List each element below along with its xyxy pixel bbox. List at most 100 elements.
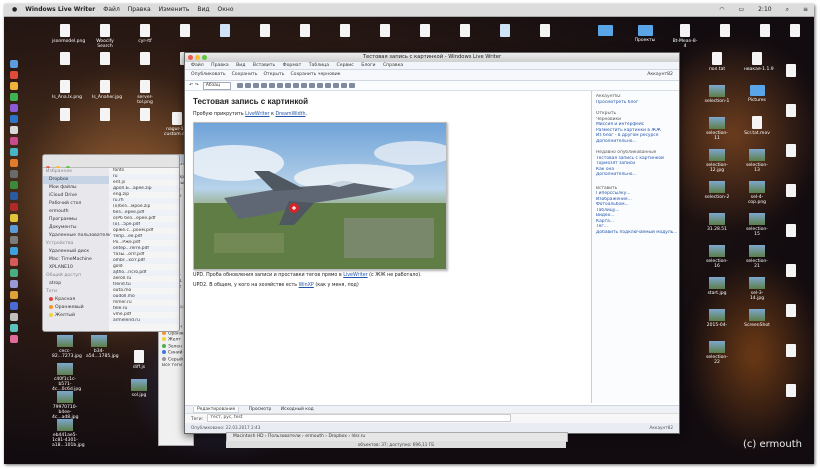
zoom-icon[interactable] [202, 55, 207, 60]
sidebar-item-remote-users[interactable]: Удаленные пользователи [43, 232, 111, 240]
desktop-image-icon[interactable]: selection-15 [744, 212, 770, 237]
tab-preview[interactable]: Просмотр [249, 407, 272, 412]
sidebar-item-timemachine[interactable]: Mac: TimeMachine [43, 256, 109, 264]
dock-app-icon[interactable] [10, 258, 18, 266]
dock-app-icon[interactable] [10, 236, 18, 244]
path-item[interactable]: Dropbox [328, 434, 347, 439]
search-icon[interactable]: ⌕ [786, 4, 789, 16]
menu-window[interactable]: Окно [218, 4, 234, 16]
desktop-image-icon[interactable]: selection-16 [704, 244, 730, 269]
tab-source[interactable]: Исходный код [281, 407, 314, 412]
link-livewriter[interactable]: LiveWriter [245, 112, 269, 117]
desktop-file-icon[interactable] [252, 24, 278, 39]
desktop-file-icon[interactable] [532, 24, 558, 39]
desktop-image-icon[interactable]: selection-1 [704, 84, 730, 104]
path-item[interactable]: Macintosh HD [233, 434, 263, 439]
sidebar-item-dropbox[interactable]: Dropbox [43, 176, 109, 184]
align-left-icon[interactable] [301, 83, 308, 88]
dock-app-icon[interactable] [10, 126, 18, 134]
wifi-icon[interactable]: ◠ [719, 4, 724, 16]
dock-app-icon[interactable] [10, 203, 18, 211]
dock-app-icon[interactable] [10, 269, 18, 277]
menu-view[interactable]: Вид [236, 63, 245, 68]
desktop-file-icon[interactable]: Woocify Search [92, 24, 118, 49]
redo-icon[interactable]: ↷ [195, 81, 199, 90]
spellcheck-icon[interactable] [349, 83, 356, 88]
desktop-file-icon[interactable] [92, 52, 118, 67]
dock-app-icon[interactable] [10, 71, 18, 79]
desktop-file-icon[interactable] [92, 108, 118, 123]
minimize-icon[interactable] [195, 55, 200, 60]
paragraph-style-select[interactable]: Абзац [202, 81, 232, 90]
desktop-file-icon[interactable]: Bt-Mean-8-4 [672, 24, 698, 49]
menu-edit[interactable]: Правка [128, 4, 151, 16]
tags-input[interactable]: тест, рус, test [207, 414, 512, 422]
menu-blogs[interactable]: Блоги [361, 63, 375, 68]
sidebar-item-icloud[interactable]: iCloud Drive [43, 192, 109, 200]
desktop-file-icon[interactable] [132, 108, 158, 123]
sidebar-tag-red[interactable]: Красная [43, 296, 109, 304]
path-item[interactable]: ldsr.ru [352, 434, 366, 439]
desktop-image-icon[interactable]: b34-a54...1785.jpg [86, 334, 119, 359]
desktop-file-icon[interactable] [778, 384, 804, 399]
desktop-image-icon[interactable]: ScreenShot [744, 308, 770, 328]
publish-button[interactable]: Опубликовать [191, 70, 226, 80]
desktop-file-icon[interactable]: server-tol.png [132, 80, 158, 105]
desktop-file-icon[interactable] [782, 24, 808, 39]
sidebar-item-documents[interactable]: Документы [43, 224, 109, 232]
desktop-image-icon[interactable]: eb441ae5-1c81-4301-a18...101b.jpg [52, 418, 85, 448]
desktop-file-icon[interactable] [172, 24, 198, 39]
menu-format[interactable]: Формат [283, 63, 302, 68]
desktop-file-icon[interactable]: diff.js [126, 350, 152, 370]
dock-app-icon[interactable] [10, 159, 18, 167]
save-draft-button[interactable]: Сохранить черновик [290, 70, 340, 80]
dock-app-icon[interactable] [10, 137, 18, 145]
post-update-paragraph-1[interactable]: UPD. Проба обновления записи и проставки… [193, 273, 422, 278]
sidebar-item-remote-disk[interactable]: Удаленный диск [43, 248, 109, 256]
quote-icon[interactable] [293, 83, 300, 88]
more-drafts-link[interactable]: Дополнительно... [592, 139, 679, 145]
desktop-file-icon[interactable]: Is_Ana.lx.png [52, 80, 82, 100]
desktop-file-icon[interactable] [778, 304, 804, 319]
dock-app-icon[interactable] [10, 82, 18, 90]
sidebar-item-my-files[interactable]: Мои файлы [43, 184, 109, 192]
link-livewriter-2[interactable]: LiveWriter [343, 273, 367, 278]
menu-view[interactable]: Вид [197, 4, 209, 16]
desktop-file-icon[interactable] [332, 24, 358, 39]
sidebar-item-home[interactable]: ermouth [43, 208, 109, 216]
bullet-list-icon[interactable] [277, 83, 284, 88]
link-dreamwidth[interactable]: DreamWidth [275, 112, 305, 117]
desktop-image-icon[interactable]: selection-2 [704, 180, 730, 200]
post-image-jet[interactable] [193, 122, 447, 270]
desktop-file-icon[interactable] [212, 24, 238, 39]
dock-app-icon[interactable] [10, 247, 18, 255]
menubar-clock[interactable]: 2:10 [758, 4, 771, 16]
desktop-image-icon[interactable]: selection-13 [744, 148, 770, 173]
dock-app-icon[interactable] [10, 104, 18, 112]
notification-center-icon[interactable]: ≡ [803, 4, 808, 16]
desktop-file-icon[interactable] [778, 344, 804, 359]
dock-app-icon[interactable] [10, 93, 18, 101]
post-update-paragraph-2[interactable]: UPD2. В общем, у кого на хозяйстве есть … [193, 283, 359, 288]
menu-file[interactable]: Файл [103, 4, 120, 16]
desktop-file-icon[interactable] [778, 184, 804, 199]
desktop-file-icon[interactable] [52, 52, 78, 67]
menu-table[interactable]: Таблица [309, 63, 329, 68]
dock-app-icon[interactable] [10, 60, 18, 68]
apple-menu-icon[interactable]: ● [12, 4, 17, 16]
insert-link-icon[interactable] [333, 83, 340, 88]
desktop-image-icon[interactable]: sol.jpg [126, 378, 152, 398]
post-intro-paragraph[interactable]: Пробую прикрутить LiveWriter к DreamWidt… [193, 112, 307, 117]
strikethrough-icon[interactable] [261, 83, 268, 88]
desktop-file-icon[interactable] [452, 24, 478, 39]
dock-app-icon[interactable] [10, 324, 18, 332]
desktop-file-icon[interactable] [752, 24, 778, 39]
desktop-file-icon[interactable] [412, 24, 438, 39]
dock-app-icon[interactable] [10, 291, 18, 299]
align-right-icon[interactable] [317, 83, 324, 88]
desktop-folder-icon[interactable]: Проекты [632, 24, 658, 43]
dock-app-icon[interactable] [10, 225, 18, 233]
menu-insert[interactable]: Вставить [253, 63, 275, 68]
active-app-menu[interactable]: Windows Live Writer [25, 4, 95, 16]
desktop-image-icon[interactable]: c40f1c1c-b571-4c...0c6d.jpg [52, 362, 81, 392]
